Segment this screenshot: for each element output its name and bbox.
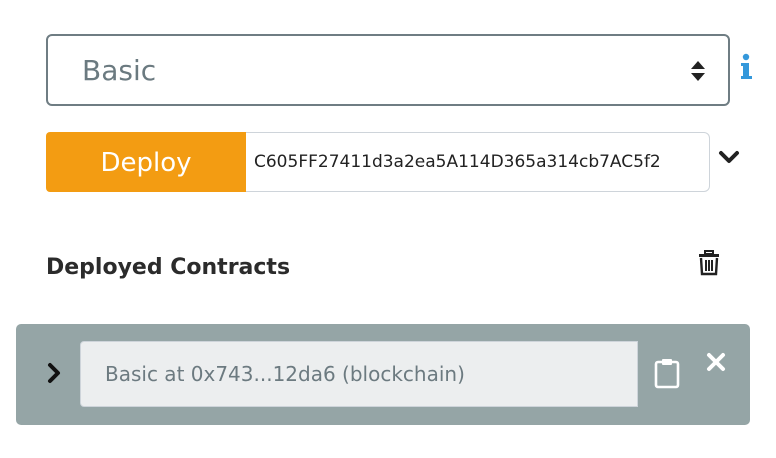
- deploy-arguments-input[interactable]: C605FF27411d3a2ea5A114D365a314cb7AC5f2: [246, 132, 710, 192]
- deploy-button[interactable]: Deploy: [46, 132, 246, 192]
- chevron-right-icon[interactable]: [46, 362, 62, 384]
- deploy-row: Deploy C605FF27411d3a2ea5A114D365a314cb7…: [46, 132, 710, 192]
- deployed-contract-label[interactable]: Basic at 0x743...12da6 (blockchain): [80, 341, 638, 407]
- contract-select[interactable]: Basic: [46, 34, 730, 106]
- close-icon[interactable]: [706, 352, 726, 372]
- deployed-contracts-title: Deployed Contracts: [46, 255, 291, 280]
- deployed-contract-item: Basic at 0x743...12da6 (blockchain): [16, 324, 750, 425]
- info-icon[interactable]: [738, 52, 754, 82]
- trash-icon[interactable]: [698, 250, 720, 276]
- clipboard-icon[interactable]: [654, 357, 680, 389]
- sort-arrows-icon: [691, 61, 705, 81]
- chevron-down-icon[interactable]: [718, 148, 740, 166]
- contract-select-value: Basic: [82, 54, 157, 87]
